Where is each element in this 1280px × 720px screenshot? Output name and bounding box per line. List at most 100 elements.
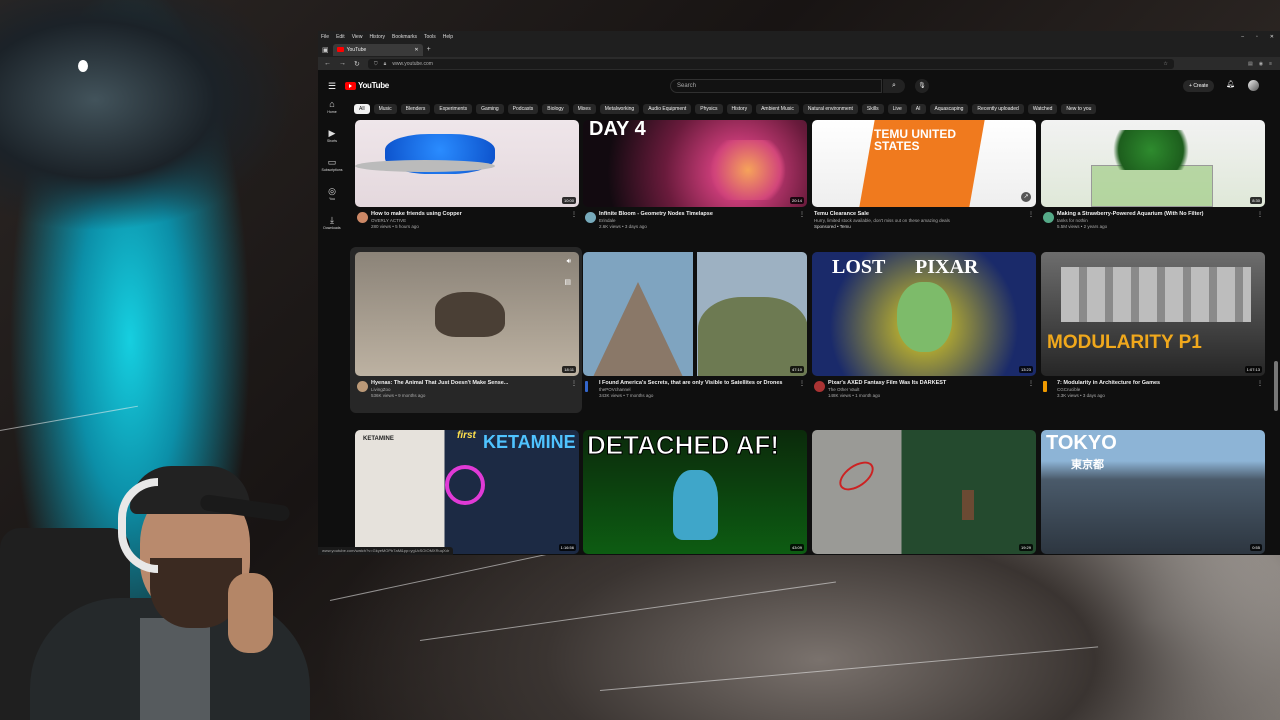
extension-icon[interactable]: ▤ bbox=[1248, 61, 1253, 67]
menu-tools[interactable]: Tools bbox=[424, 34, 436, 40]
more-options-icon[interactable]: ⋮ bbox=[799, 211, 805, 218]
captions-icon[interactable]: ▤ bbox=[564, 278, 571, 286]
chip[interactable]: Natural environment bbox=[802, 104, 858, 114]
menu-icon[interactable]: ≡ bbox=[1269, 61, 1272, 67]
video-card[interactable]: DETACHED AF! 43:09 bbox=[583, 430, 807, 554]
video-card[interactable]: LOST PIXAR 13:23 Pixar's AXED Fantasy Fi… bbox=[812, 252, 1036, 399]
channel-avatar[interactable] bbox=[585, 212, 596, 223]
search-button[interactable]: ⌕ bbox=[883, 79, 905, 93]
user-avatar[interactable] bbox=[1248, 80, 1259, 91]
video-thumbnail[interactable]: 🔊︎ ▤ 18:11 bbox=[355, 252, 579, 376]
channel-avatar[interactable] bbox=[357, 381, 368, 392]
back-icon[interactable]: ← bbox=[324, 60, 331, 67]
video-thumbnail[interactable]: MODULARITY P1 1:07:13 bbox=[1041, 252, 1265, 376]
chip[interactable]: Skills bbox=[861, 104, 884, 114]
ad-thumbnail[interactable]: TEMU UNITED STATES ↗ bbox=[812, 120, 1036, 207]
video-title[interactable]: Infinite Bloom - Geometry Nodes Timelaps… bbox=[599, 211, 807, 218]
chip[interactable]: Ambient Music bbox=[756, 104, 799, 114]
open-link-icon[interactable]: ↗ bbox=[1021, 192, 1031, 202]
chip[interactable]: Watched bbox=[1027, 104, 1058, 114]
video-thumbnail[interactable]: TOKYO 東京都 0:55 bbox=[1041, 430, 1265, 554]
tab-overview-icon[interactable]: ▣ bbox=[322, 46, 329, 54]
chip[interactable]: Audio Equipment bbox=[643, 104, 692, 114]
video-thumbnail[interactable]: 10:00 bbox=[355, 120, 579, 207]
chip[interactable]: AI bbox=[910, 104, 926, 114]
chip[interactable]: Recently uploaded bbox=[972, 104, 1024, 114]
chip[interactable]: Blenders bbox=[400, 104, 431, 114]
video-card[interactable]: 10:00 How to make friends using Copper O… bbox=[355, 120, 579, 230]
video-title[interactable]: Hyenas: The Animal That Just Doesn't Mak… bbox=[371, 380, 579, 387]
address-bar[interactable]: ⛉ 🔒︎ www.youtube.com ☆ bbox=[367, 58, 1174, 69]
youtube-logo[interactable]: YouTube bbox=[345, 81, 389, 90]
chip[interactable]: Physics bbox=[695, 104, 723, 114]
menu-edit[interactable]: Edit bbox=[336, 34, 345, 40]
video-thumbnail[interactable]: 19:29 bbox=[812, 430, 1036, 554]
menu-history[interactable]: History bbox=[369, 34, 385, 40]
chip[interactable]: Podcasts bbox=[507, 104, 539, 114]
video-card[interactable]: TOKYO 東京都 0:55 bbox=[1041, 430, 1265, 554]
channel-avatar[interactable] bbox=[585, 381, 588, 392]
more-options-icon[interactable]: ⋮ bbox=[1257, 380, 1263, 387]
scrollbar[interactable] bbox=[1274, 361, 1278, 411]
chip[interactable]: Gaming bbox=[476, 104, 504, 114]
video-thumbnail[interactable]: DAY 4 20:14 bbox=[583, 120, 807, 207]
video-title[interactable]: I Found America's Secrets, that are only… bbox=[599, 380, 807, 387]
video-card[interactable]: 19:29 bbox=[812, 430, 1036, 554]
chip[interactable]: Music bbox=[373, 104, 397, 114]
reload-icon[interactable]: ↻ bbox=[354, 60, 360, 68]
video-title[interactable]: How to make friends using Copper bbox=[371, 211, 579, 218]
chip[interactable]: Mixes bbox=[572, 104, 596, 114]
channel-avatar[interactable] bbox=[357, 212, 368, 223]
more-options-icon[interactable]: ⋮ bbox=[571, 211, 577, 218]
account-icon[interactable]: ◉ bbox=[1259, 61, 1263, 67]
bookmark-star-icon[interactable]: ☆ bbox=[1163, 61, 1173, 67]
chip[interactable]: New to you bbox=[1061, 104, 1097, 114]
volume-icon[interactable]: 🔊︎ bbox=[567, 258, 571, 266]
video-title[interactable]: Pixar's AXED Fantasy Film Was Its DARKES… bbox=[828, 380, 1036, 387]
notifications-bell-icon[interactable]: 🔔︎ bbox=[1226, 80, 1235, 88]
more-options-icon[interactable]: ⋮ bbox=[1257, 211, 1263, 218]
menu-file[interactable]: File bbox=[321, 34, 329, 40]
tab-close-icon[interactable]: ✕ bbox=[414, 47, 418, 53]
channel-avatar[interactable] bbox=[1043, 212, 1054, 223]
maximize-icon[interactable]: ▫ bbox=[1256, 34, 1258, 40]
video-card[interactable]: 47:10 I Found America's Secrets, that ar… bbox=[583, 252, 807, 399]
video-card[interactable]: MODULARITY P1 1:07:13 7: Modularity in A… bbox=[1041, 252, 1265, 399]
menu-view[interactable]: View bbox=[352, 34, 363, 40]
close-window-icon[interactable]: ✕ bbox=[1270, 34, 1274, 40]
rail-item-downloads[interactable]: ⤓ Downloads bbox=[318, 215, 346, 244]
video-title[interactable]: Making a Strawberry-Powered Aquarium (Wi… bbox=[1057, 211, 1265, 218]
tab-youtube[interactable]: YouTube ✕ bbox=[332, 43, 423, 56]
channel-avatar[interactable] bbox=[1043, 381, 1047, 392]
video-thumbnail[interactable]: 47:10 bbox=[583, 252, 807, 376]
chip[interactable]: Experiments bbox=[434, 104, 473, 114]
chip[interactable]: Metalworking bbox=[599, 104, 640, 114]
search-input[interactable]: Search bbox=[670, 79, 882, 93]
rail-item-home[interactable]: ⌂ Home bbox=[318, 99, 346, 128]
create-button[interactable]: + Create bbox=[1183, 80, 1215, 92]
forward-icon[interactable]: → bbox=[339, 60, 346, 67]
chip[interactable]: Live bbox=[887, 104, 907, 114]
minimize-icon[interactable]: – bbox=[1241, 34, 1244, 40]
video-card[interactable]: KETAMINE first KETAMINE 1:16:56 bbox=[355, 430, 579, 554]
new-tab-icon[interactable]: + bbox=[427, 46, 431, 53]
chip-all[interactable]: All bbox=[354, 104, 370, 114]
more-options-icon[interactable]: ⋮ bbox=[799, 380, 805, 387]
video-card[interactable]: DAY 4 20:14 Infinite Bloom - Geometry No… bbox=[583, 120, 807, 230]
chip[interactable]: Aquascaping bbox=[929, 104, 969, 114]
video-thumbnail[interactable]: KETAMINE first KETAMINE 1:16:56 bbox=[355, 430, 579, 554]
rail-item-you[interactable]: ◎ You bbox=[318, 186, 346, 215]
channel-avatar[interactable] bbox=[814, 381, 825, 392]
video-thumbnail[interactable]: LOST PIXAR 13:23 bbox=[812, 252, 1036, 376]
video-thumbnail[interactable]: DETACHED AF! 43:09 bbox=[583, 430, 807, 554]
guide-menu-icon[interactable]: ☰ bbox=[328, 81, 336, 92]
ad-card[interactable]: TEMU UNITED STATES ↗ Temu Clearance Sale… bbox=[812, 120, 1036, 230]
video-title[interactable]: 7: Modularity in Architecture for Games bbox=[1057, 380, 1265, 387]
rail-item-subscriptions[interactable]: ▭ Subscriptions bbox=[318, 157, 346, 186]
menu-help[interactable]: Help bbox=[443, 34, 453, 40]
chip[interactable]: History bbox=[726, 104, 753, 114]
more-options-icon[interactable]: ⋮ bbox=[1028, 380, 1034, 387]
rail-item-shorts[interactable]: ▶ Shorts bbox=[318, 128, 346, 157]
ad-title[interactable]: Temu Clearance Sale bbox=[814, 211, 1036, 218]
video-thumbnail[interactable]: 8:30 bbox=[1041, 120, 1265, 207]
